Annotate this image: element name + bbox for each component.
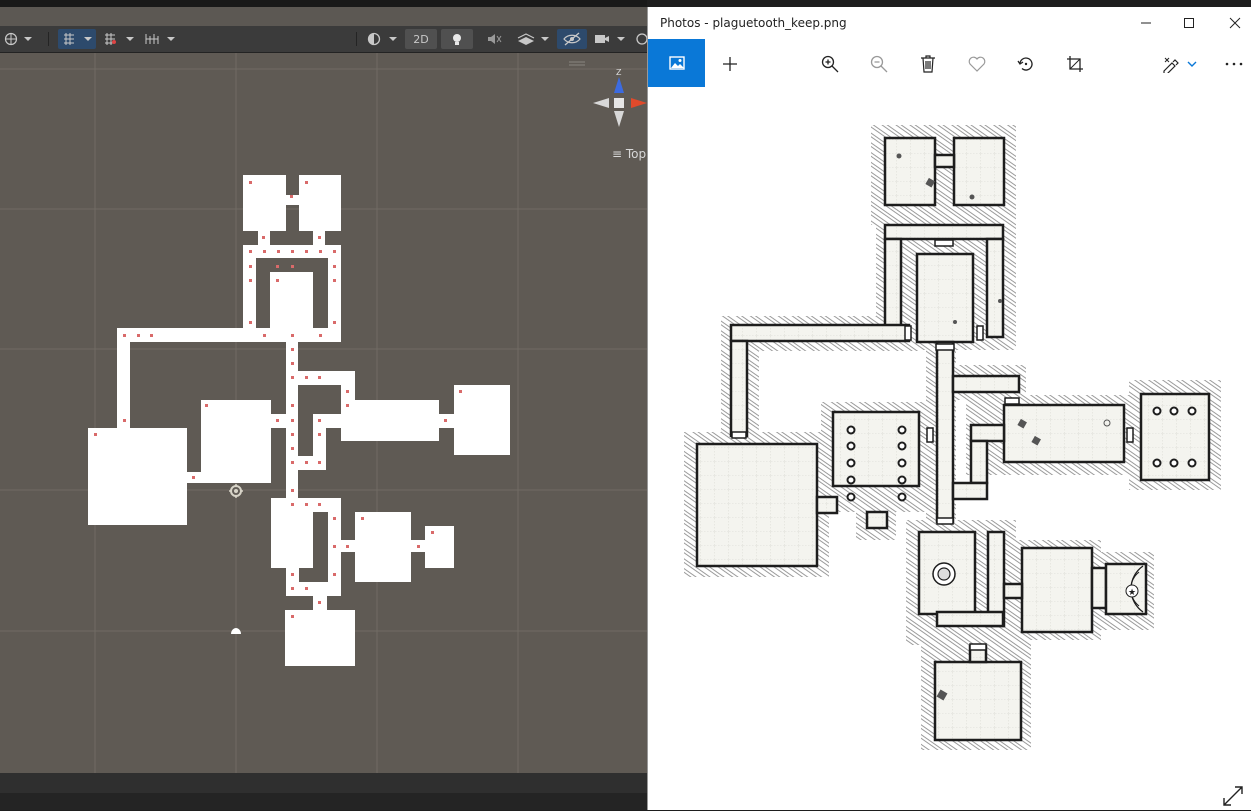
scene-visibility-button[interactable] [557, 29, 587, 49]
2d-toggle-button[interactable]: 2D [405, 29, 437, 49]
add-button[interactable] [717, 51, 743, 77]
orientation-label[interactable]: ≡ Top [612, 147, 646, 161]
menu-lines-icon: ≡ [612, 147, 623, 161]
maximize-icon [1184, 18, 1194, 28]
zoom-in-button[interactable] [817, 51, 843, 77]
crop-icon [1067, 56, 1083, 72]
view-image-button[interactable] [648, 39, 705, 87]
zoom-in-icon [821, 55, 839, 73]
scene-view[interactable]: Z ≡ Top [0, 53, 647, 773]
favorite-icon [968, 56, 986, 72]
grid-visibility-button[interactable] [101, 29, 137, 49]
orientation-gizmo[interactable]: Z [590, 67, 647, 137]
dungeon-map-image[interactable]: ★ [675, 117, 1225, 767]
global-toggle-button[interactable] [2, 29, 36, 49]
close-icon [1229, 17, 1241, 29]
zoom-out-icon [870, 55, 888, 73]
delete-icon [921, 55, 935, 73]
rotate-icon [1017, 57, 1033, 71]
image-icon [668, 56, 685, 70]
editor-title-strip [0, 0, 647, 7]
delete-button[interactable] [915, 51, 941, 77]
edit-icon [1163, 57, 1197, 73]
grid-snap-button[interactable] [58, 29, 96, 49]
audio-toggle-button[interactable] [479, 29, 509, 49]
effects-button[interactable] [513, 29, 553, 49]
toolbar-separator [48, 32, 49, 46]
rotate-button[interactable] [1013, 51, 1039, 77]
light-gizmo-icon[interactable] [229, 484, 243, 498]
camera-gizmo-icon[interactable] [231, 628, 241, 634]
add-icon [723, 57, 737, 71]
orientation-text: Top [625, 147, 647, 161]
zoom-out-button[interactable] [866, 51, 892, 77]
scene-grid [0, 53, 647, 773]
toolbar-separator [356, 32, 357, 46]
camera-settings-button[interactable] [592, 29, 628, 49]
svg-text:★: ★ [1128, 588, 1136, 598]
scene-toolbar: 2D [0, 26, 647, 53]
fullscreen-button[interactable] [1222, 785, 1246, 809]
shading-mode-button[interactable] [363, 29, 401, 49]
close-button[interactable] [1219, 12, 1251, 34]
2d-toggle-label: 2D [413, 32, 429, 46]
gizmos-button[interactable] [632, 29, 647, 49]
photos-window: Photos - plaguetooth_keep.png ★ [647, 7, 1251, 810]
gizmo-axis-label: Z [616, 68, 622, 77]
lighting-toggle-button[interactable] [441, 29, 473, 49]
editor-status-area [0, 773, 647, 810]
favorite-button[interactable] [964, 51, 990, 77]
more-options-button[interactable] [1221, 51, 1247, 77]
window-title: Photos - plaguetooth_keep.png [660, 16, 847, 30]
edit-button[interactable] [1160, 51, 1200, 77]
editor-status-bar [0, 793, 647, 810]
expand-icon [1223, 786, 1243, 806]
crop-button[interactable] [1062, 51, 1088, 77]
more-icon [1225, 62, 1243, 66]
increment-snap-button[interactable] [141, 29, 179, 49]
minimize-icon [1141, 22, 1151, 24]
scene-editor: 2D Z ≡ Top [0, 0, 647, 810]
minimize-button[interactable] [1130, 12, 1162, 34]
maximize-button[interactable] [1173, 12, 1205, 34]
